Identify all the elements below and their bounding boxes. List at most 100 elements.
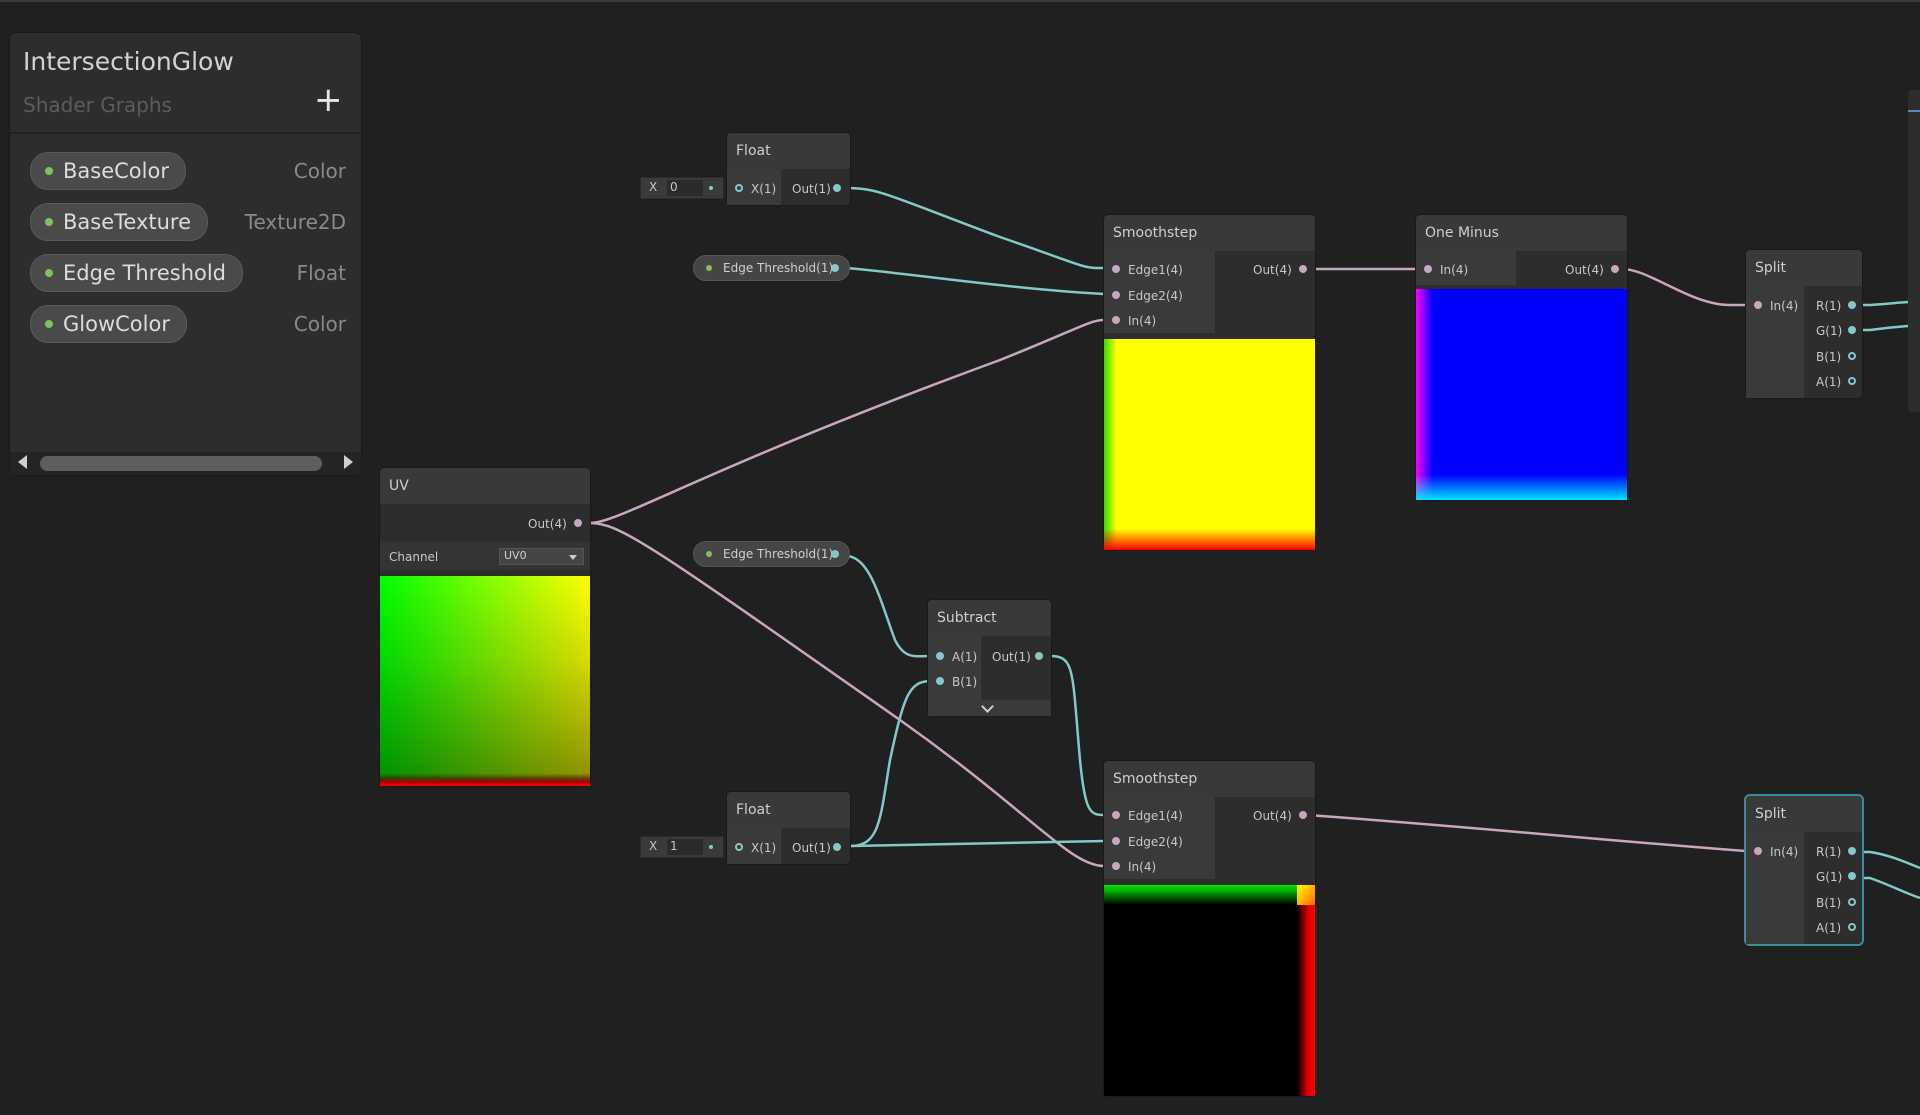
input-port-in[interactable]: In(4)	[1128, 860, 1156, 874]
smoothstep-node-bottom[interactable]: Smoothstep Edge1(4) Edge2(4) In(4) Out(4…	[1104, 761, 1315, 1096]
x-field-value[interactable]: 0	[667, 180, 703, 196]
property-pill-glowcolor[interactable]: GlowColor	[30, 305, 187, 343]
output-port-dot[interactable]	[1848, 326, 1856, 334]
output-port-out[interactable]: Out(4)	[528, 517, 567, 531]
node-header[interactable]: Float	[727, 792, 850, 828]
output-port-dot[interactable]	[1299, 811, 1307, 819]
property-pill-basecolor[interactable]: BaseColor	[30, 152, 186, 190]
output-port-dot[interactable]	[574, 519, 582, 527]
node-header[interactable]: Split	[1746, 250, 1862, 286]
uv-node[interactable]: UV Out(4) Channel UV0	[380, 468, 590, 786]
input-port-dot[interactable]	[1112, 265, 1120, 273]
output-port-dot[interactable]	[1611, 265, 1619, 273]
channel-dropdown[interactable]: UV0	[499, 548, 584, 565]
input-port-dot[interactable]	[1754, 847, 1762, 855]
output-port-b[interactable]: B(1)	[1816, 350, 1841, 364]
input-port-dot[interactable]	[1754, 301, 1762, 309]
float-x-field[interactable]: X 1	[640, 836, 724, 858]
expand-toggle[interactable]	[928, 700, 1051, 716]
input-port-dot[interactable]	[1112, 862, 1120, 870]
output-port-g[interactable]: G(1)	[1816, 324, 1842, 338]
exposed-dot-icon	[706, 265, 712, 271]
output-port-dot[interactable]	[1299, 265, 1307, 273]
output-port-dot[interactable]	[1848, 301, 1856, 309]
node-header[interactable]: Float	[727, 133, 850, 169]
input-port-dot[interactable]	[936, 677, 944, 685]
property-pill-edge-threshold[interactable]: Edge Threshold	[30, 254, 244, 292]
output-port-out[interactable]: Out(1)	[792, 182, 831, 196]
node-header[interactable]: One Minus	[1416, 215, 1627, 251]
output-port-g[interactable]: G(1)	[1816, 870, 1842, 884]
split-node-bottom[interactable]: Split In(4) R(1) G(1) B(1) A(1)	[1746, 796, 1862, 944]
node-header[interactable]: Subtract	[928, 600, 1051, 636]
input-port-in[interactable]: In(4)	[1440, 263, 1468, 277]
output-port-dot[interactable]	[831, 550, 839, 558]
output-port-dot[interactable]	[1848, 847, 1856, 855]
output-port-out[interactable]: Out(4)	[1565, 263, 1604, 277]
scroll-right-arrow-icon[interactable]	[344, 455, 353, 469]
property-row[interactable]: BaseColor Color	[30, 152, 346, 190]
node-header[interactable]: Split	[1746, 796, 1862, 832]
property-row[interactable]: Edge Threshold Float	[30, 254, 346, 292]
smoothstep-node-top[interactable]: Smoothstep Edge1(4) Edge2(4) In(4) Out(4…	[1104, 215, 1315, 550]
input-port-dot[interactable]	[1112, 291, 1120, 299]
split-node-top[interactable]: Split In(4) R(1) G(1) B(1) A(1)	[1746, 250, 1862, 398]
property-node-edge-threshold[interactable]: Edge Threshold(1)	[693, 255, 850, 281]
output-port-out[interactable]: Out(1)	[792, 841, 831, 855]
property-row[interactable]: GlowColor Color	[30, 305, 346, 343]
input-port-edge2[interactable]: Edge2(4)	[1128, 835, 1183, 849]
input-port-edge2[interactable]: Edge2(4)	[1128, 289, 1183, 303]
input-port-edge1[interactable]: Edge1(4)	[1128, 809, 1183, 823]
channel-dropdown-value: UV0	[504, 549, 527, 562]
output-port-dot[interactable]	[831, 264, 839, 272]
input-port-dot[interactable]	[735, 843, 743, 851]
input-port-dot[interactable]	[1112, 811, 1120, 819]
node-header[interactable]: Smoothstep	[1104, 761, 1315, 797]
input-port-in[interactable]: In(4)	[1770, 845, 1798, 859]
output-port-dot[interactable]	[1848, 898, 1856, 906]
output-port-dot[interactable]	[1848, 377, 1856, 385]
input-port-x[interactable]: X(1)	[751, 182, 776, 196]
output-port-a[interactable]: A(1)	[1816, 921, 1841, 935]
input-port-a[interactable]: A(1)	[952, 650, 977, 664]
output-port-dot[interactable]	[1848, 923, 1856, 931]
input-port-dot[interactable]	[735, 184, 743, 192]
node-header[interactable]: UV	[380, 468, 590, 504]
input-port-dot[interactable]	[1112, 837, 1120, 845]
plus-icon[interactable]: +	[314, 83, 343, 117]
output-port-r[interactable]: R(1)	[1816, 845, 1841, 859]
output-port-dot[interactable]	[1035, 652, 1043, 660]
input-port-edge1[interactable]: Edge1(4)	[1128, 263, 1183, 277]
float-node-bottom[interactable]: Float X(1) Out(1)	[727, 792, 850, 864]
input-port-x[interactable]: X(1)	[751, 841, 776, 855]
input-port-dot[interactable]	[1424, 265, 1432, 273]
output-port-out[interactable]: Out(4)	[1253, 263, 1292, 277]
one-minus-node[interactable]: One Minus In(4) Out(4)	[1416, 215, 1627, 500]
output-port-dot[interactable]	[833, 843, 841, 851]
output-port-out[interactable]: Out(1)	[992, 650, 1031, 664]
blackboard-panel[interactable]: IntersectionGlow Shader Graphs + BaseCol…	[10, 33, 361, 475]
output-port-dot[interactable]	[1848, 872, 1856, 880]
input-port-dot[interactable]	[936, 652, 944, 660]
scroll-thumb[interactable]	[40, 456, 322, 471]
property-row[interactable]: BaseTexture Texture2D	[30, 203, 346, 241]
output-port-b[interactable]: B(1)	[1816, 896, 1841, 910]
property-node-edge-threshold[interactable]: Edge Threshold(1)	[693, 541, 850, 567]
x-field-value[interactable]: 1	[667, 839, 703, 855]
subtract-node[interactable]: Subtract A(1) B(1) Out(1)	[928, 600, 1051, 716]
input-port-dot[interactable]	[1112, 316, 1120, 324]
float-node-top[interactable]: Float X(1) Out(1)	[727, 133, 850, 205]
output-port-dot[interactable]	[1848, 352, 1856, 360]
float-x-field[interactable]: X 0	[640, 177, 724, 199]
input-port-in[interactable]: In(4)	[1770, 299, 1798, 313]
input-port-in[interactable]: In(4)	[1128, 314, 1156, 328]
node-header[interactable]: Smoothstep	[1104, 215, 1315, 251]
input-port-b[interactable]: B(1)	[952, 675, 977, 689]
property-pill-basetexture[interactable]: BaseTexture	[30, 203, 209, 241]
output-port-r[interactable]: R(1)	[1816, 299, 1841, 313]
output-port-a[interactable]: A(1)	[1816, 375, 1841, 389]
output-port-dot[interactable]	[833, 184, 841, 192]
scroll-left-arrow-icon[interactable]	[18, 455, 27, 469]
output-port-out[interactable]: Out(4)	[1253, 809, 1292, 823]
horizontal-scrollbar[interactable]	[10, 452, 361, 475]
